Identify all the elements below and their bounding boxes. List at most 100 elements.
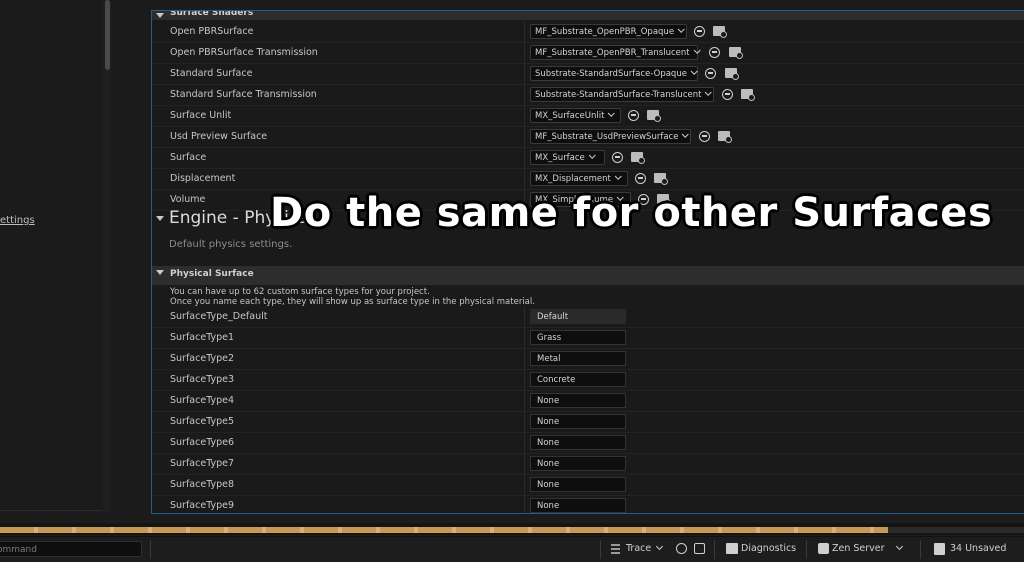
unsaved-button[interactable]: 34 Unsaved xyxy=(950,543,1006,554)
browse-asset-icon[interactable] xyxy=(647,110,661,122)
use-selected-icon[interactable] xyxy=(705,68,716,79)
use-selected-icon[interactable] xyxy=(709,47,720,58)
divider xyxy=(806,540,807,559)
surface-name-field[interactable]: None xyxy=(530,498,626,513)
section-header-surface-shaders[interactable]: Surface Shaders xyxy=(152,10,1024,20)
column-splitter[interactable] xyxy=(524,454,525,475)
property-row: Standard Surface Substrate-StandardSurfa… xyxy=(152,64,1024,85)
asset-combo[interactable]: Substrate-StandardSurface-Opaque xyxy=(530,66,698,81)
column-splitter[interactable] xyxy=(524,169,525,190)
asset-combo[interactable]: MF_Substrate_OpenPBR_Opaque xyxy=(530,24,687,39)
asset-combo[interactable]: MX_Displacement xyxy=(530,171,628,186)
property-label: SurfaceType9 xyxy=(170,500,235,511)
surface-name-field: Default xyxy=(530,309,626,324)
collapse-arrow-icon[interactable] xyxy=(156,270,164,275)
surface-name-field[interactable]: Grass xyxy=(530,330,626,345)
column-splitter[interactable] xyxy=(524,496,525,513)
browse-asset-icon[interactable] xyxy=(713,26,727,38)
browse-asset-icon[interactable] xyxy=(654,173,668,185)
column-splitter[interactable] xyxy=(524,64,525,85)
screenshot-icon[interactable] xyxy=(694,543,705,554)
asset-combo-value: Substrate-StandardSurface-Opaque xyxy=(535,69,687,79)
section-title: Physical Surface xyxy=(170,269,254,279)
column-splitter[interactable] xyxy=(524,475,525,496)
property-label: Surface Unlit xyxy=(170,110,232,121)
column-splitter[interactable] xyxy=(524,412,525,433)
column-splitter[interactable] xyxy=(524,22,525,43)
surface-name-field[interactable]: None xyxy=(530,435,626,450)
details-panel: Surface Shaders Open PBRSurface MF_Subst… xyxy=(151,10,1024,514)
property-label: Standard Surface Transmission xyxy=(170,89,317,100)
property-label: Standard Surface xyxy=(170,68,253,79)
surface-name-field[interactable]: None xyxy=(530,414,626,429)
browse-asset-icon[interactable] xyxy=(741,89,755,101)
column-splitter[interactable] xyxy=(524,43,525,64)
property-row: SurfaceType9 None xyxy=(152,496,1024,513)
property-row: Displacement MX_Displacement xyxy=(152,169,1024,190)
browse-asset-icon[interactable] xyxy=(631,152,645,164)
surface-name-field[interactable]: Metal xyxy=(530,351,626,366)
grip-icon xyxy=(611,544,620,555)
column-splitter[interactable] xyxy=(524,127,525,148)
diagnostics-button[interactable]: Diagnostics xyxy=(741,543,796,554)
divider xyxy=(150,540,151,559)
chevron-down-icon xyxy=(690,67,698,75)
record-icon[interactable] xyxy=(676,543,687,554)
zen-server-button[interactable]: Zen Server xyxy=(832,542,903,554)
property-label: Usd Preview Surface xyxy=(170,131,268,142)
browse-asset-icon[interactable] xyxy=(718,131,732,143)
left-scrollbar-thumb[interactable] xyxy=(105,0,110,70)
column-splitter[interactable] xyxy=(524,391,525,412)
column-splitter[interactable] xyxy=(524,307,525,328)
surface-name-field[interactable]: Concrete xyxy=(530,372,626,387)
column-splitter[interactable] xyxy=(524,328,525,349)
settings-link[interactable]: ettings xyxy=(0,215,35,226)
column-splitter[interactable] xyxy=(524,148,525,169)
property-label: SurfaceType5 xyxy=(170,416,235,427)
property-row: Surface MX_Surface xyxy=(152,148,1024,169)
asset-combo[interactable]: MX_SurfaceUnlit xyxy=(530,108,621,123)
browse-asset-icon[interactable] xyxy=(729,47,743,59)
use-selected-icon[interactable] xyxy=(612,152,623,163)
collapse-arrow-icon[interactable] xyxy=(156,13,164,18)
chevron-down-icon xyxy=(677,25,685,33)
use-selected-icon[interactable] xyxy=(699,131,710,142)
progress-bar xyxy=(0,527,888,533)
section-header-physical-surface[interactable]: Physical Surface xyxy=(152,266,1024,285)
asset-combo[interactable]: MF_Substrate_OpenPBR_Translucent xyxy=(530,45,701,60)
progress-track xyxy=(888,527,1024,533)
surface-name-field[interactable]: None xyxy=(530,393,626,408)
use-selected-icon[interactable] xyxy=(628,110,639,121)
column-splitter[interactable] xyxy=(524,349,525,370)
column-splitter[interactable] xyxy=(524,433,525,454)
property-label: Open PBRSurface xyxy=(170,26,254,37)
property-row: SurfaceType_Default Default xyxy=(152,307,1024,328)
property-row: Open PBRSurface MF_Substrate_OpenPBR_Opa… xyxy=(152,22,1024,43)
property-row: SurfaceType1 Grass xyxy=(152,328,1024,349)
property-row: Standard Surface Transmission Substrate-… xyxy=(152,85,1024,106)
property-label: Displacement xyxy=(170,173,236,184)
chevron-down-icon xyxy=(693,46,701,54)
use-selected-icon[interactable] xyxy=(694,26,705,37)
zen-server-label: Zen Server xyxy=(832,543,885,554)
collapse-arrow-icon[interactable] xyxy=(156,216,164,221)
asset-combo[interactable]: MX_Surface xyxy=(530,150,605,165)
property-label: Surface xyxy=(170,152,207,163)
section-title: Surface Shaders xyxy=(170,10,254,18)
property-row: SurfaceType6 None xyxy=(152,433,1024,454)
use-selected-icon[interactable] xyxy=(635,173,646,184)
divider xyxy=(600,540,601,559)
console-command-input[interactable]: ommand xyxy=(0,541,142,557)
left-scrollbar[interactable] xyxy=(103,0,111,512)
asset-combo[interactable]: MF_Substrate_UsdPreviewSurface xyxy=(530,129,691,144)
browse-asset-icon[interactable] xyxy=(725,68,739,80)
surface-name-field[interactable]: None xyxy=(530,477,626,492)
column-splitter[interactable] xyxy=(524,106,525,127)
column-splitter[interactable] xyxy=(524,85,525,106)
property-label: SurfaceType4 xyxy=(170,395,235,406)
use-selected-icon[interactable] xyxy=(722,89,733,100)
trace-button[interactable]: Trace xyxy=(626,542,664,554)
asset-combo[interactable]: Substrate-StandardSurface-Translucent xyxy=(530,87,714,102)
surface-name-field[interactable]: None xyxy=(530,456,626,471)
column-splitter[interactable] xyxy=(524,370,525,391)
